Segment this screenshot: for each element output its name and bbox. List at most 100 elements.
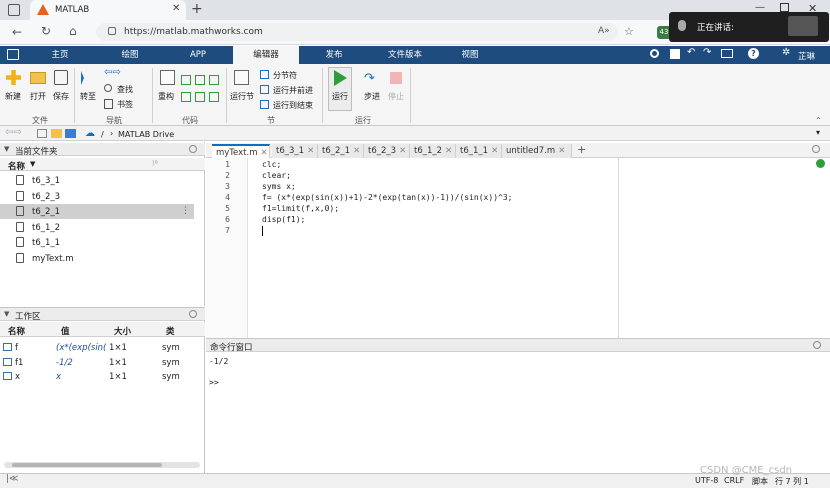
save-disk-icon[interactable] [54, 70, 68, 85]
editor-tab[interactable]: t6_2_3 ✕ [364, 144, 410, 158]
name-column-label[interactable]: 名称 [8, 160, 25, 172]
new-button[interactable]: 新建 [5, 91, 21, 102]
path-back-icon[interactable]: ⇦⇨ [5, 127, 22, 138]
close-icon[interactable]: ✕ [307, 146, 314, 156]
close-icon[interactable]: ✕ [399, 146, 406, 156]
code-line[interactable]: clear; [262, 171, 291, 180]
panel-menu-icon[interactable] [813, 341, 821, 349]
maximize-icon[interactable] [780, 3, 789, 12]
code-line[interactable]: f= (x*(exp(sin(x))+1)-2*(exp(tan(x))-1))… [262, 193, 512, 202]
code-line[interactable]: disp(f1); [262, 215, 305, 224]
run-button[interactable]: 运行 [332, 91, 348, 102]
comment-icon[interactable] [181, 75, 191, 85]
editor-menu-icon[interactable] [812, 145, 820, 153]
panel-menu-icon[interactable] [189, 310, 197, 318]
home-icon[interactable]: ⌂ [69, 24, 77, 38]
bookmark-icon[interactable] [104, 99, 113, 109]
redo-icon[interactable]: ↷ [703, 47, 711, 58]
ws-name[interactable]: f1 [15, 358, 23, 368]
help-icon[interactable]: ? [748, 48, 759, 59]
find-button[interactable]: 查找 [117, 84, 133, 95]
run-icon[interactable] [334, 70, 347, 86]
goto-icon[interactable] [81, 71, 95, 85]
url-text[interactable]: https://matlab.mathworks.com [124, 27, 263, 37]
up-folder-icon[interactable] [37, 129, 47, 138]
ws-col-class[interactable]: 类 [166, 325, 175, 337]
run-to-end-icon[interactable] [260, 100, 269, 109]
read-aloud-icon[interactable]: A» [598, 26, 610, 36]
add-tab-icon[interactable]: + [577, 143, 586, 156]
step-button[interactable]: 步进 [364, 91, 380, 102]
scroll-thumb[interactable] [12, 463, 162, 467]
editor-tab[interactable]: untitled7.m ✕ [502, 144, 572, 158]
code-line[interactable]: syms x; [262, 182, 296, 191]
code-line[interactable]: f1=limit(f,x,0); [262, 204, 339, 213]
new-tab-icon[interactable]: + [191, 1, 203, 17]
close-icon[interactable]: ✕ [353, 146, 360, 156]
collapse-ribbon-icon[interactable]: ⌃ [815, 116, 822, 125]
undo-icon[interactable]: ↶ [687, 47, 695, 58]
apps-menu-icon[interactable] [7, 49, 19, 60]
close-icon[interactable]: ✕ [260, 148, 267, 158]
close-icon[interactable]: ✕ [491, 146, 498, 156]
save-button[interactable]: 保存 [53, 91, 69, 102]
save-quick-icon[interactable] [670, 49, 680, 59]
path-dropdown-icon[interactable]: ▾ [816, 128, 820, 137]
wrap-icon[interactable] [209, 75, 219, 85]
back-arrow-icon[interactable]: ⇦⇨ [104, 67, 121, 78]
file-item[interactable]: myText.m [32, 254, 73, 264]
tab-versions[interactable]: 文件版本 [380, 46, 430, 64]
editor-tab[interactable]: t6_1_2 ✕ [410, 144, 456, 158]
find-icon[interactable] [104, 84, 112, 92]
ws-name[interactable]: x [15, 372, 20, 382]
run-advance-button[interactable]: 运行并前进 [273, 85, 313, 96]
browse-folder-icon[interactable] [51, 129, 62, 138]
goto-button[interactable]: 转至 [80, 91, 96, 102]
close-tab-icon[interactable]: ✕ [172, 3, 180, 14]
open-folder-icon[interactable] [30, 72, 46, 84]
ws-col-name[interactable]: 名称 [8, 325, 25, 337]
ws-name[interactable]: f [15, 343, 18, 353]
drive-folder-icon[interactable] [65, 129, 76, 138]
close-icon[interactable]: ✕ [558, 146, 565, 156]
settings-icon[interactable]: ✲ [782, 47, 790, 58]
command-prompt[interactable]: >> [209, 378, 219, 387]
file-item[interactable]: t6_1_1 [32, 238, 60, 248]
bookmark-button[interactable]: 书签 [117, 99, 133, 110]
step-icon[interactable]: ↷ [364, 71, 375, 86]
browser-tab[interactable] [30, 0, 186, 20]
row-options-icon[interactable]: ⋮ [181, 206, 190, 216]
collapse-icon[interactable]: ▼ [4, 145, 9, 153]
file-item[interactable]: t6_3_1 [32, 176, 60, 186]
tab-apps[interactable]: APP [178, 46, 218, 64]
refactor-button[interactable]: 重构 [158, 91, 174, 102]
run-to-end-button[interactable]: 运行到结束 [273, 100, 313, 111]
code-line[interactable]: clc; [262, 160, 281, 169]
window-layout-icon[interactable] [721, 49, 733, 58]
increase-indent-icon[interactable] [195, 92, 205, 102]
sort-icon[interactable]: ▼ [30, 160, 35, 168]
tab-home[interactable]: 主页 [40, 46, 80, 64]
editor-tab[interactable]: t6_2_1 ✕ [318, 144, 364, 158]
uncomment-icon[interactable] [195, 75, 205, 85]
path-text[interactable]: MATLAB Drive [118, 130, 174, 139]
editor-tab[interactable]: t6_1_1 ✕ [456, 144, 502, 158]
window-menu-icon[interactable] [8, 4, 20, 16]
refactor-icon[interactable] [160, 70, 175, 85]
indent-icon[interactable] [181, 92, 191, 102]
editor-tab-active[interactable]: myText.m ✕ [212, 144, 270, 158]
favorite-icon[interactable]: ☆ [624, 25, 634, 38]
user-name[interactable]: 芷琳 [798, 50, 815, 62]
back-icon[interactable]: ← [12, 25, 22, 39]
file-item[interactable]: t6_2_3 [32, 192, 60, 202]
tab-editor[interactable]: 编辑器 [233, 46, 299, 64]
ws-col-size[interactable]: 大小 [114, 325, 131, 337]
file-item[interactable]: t6_1_2 [32, 223, 60, 233]
column-options-icon[interactable]: ⁝⁰ [152, 159, 158, 168]
section-break-button[interactable]: 分节符 [273, 70, 297, 81]
tab-publish[interactable]: 发布 [314, 46, 354, 64]
editor-tab[interactable]: t6_3_1 ✕ [272, 144, 318, 158]
ws-col-value[interactable]: 值 [61, 325, 70, 337]
search-icon[interactable] [650, 49, 659, 58]
close-icon[interactable]: ✕ [445, 146, 452, 156]
